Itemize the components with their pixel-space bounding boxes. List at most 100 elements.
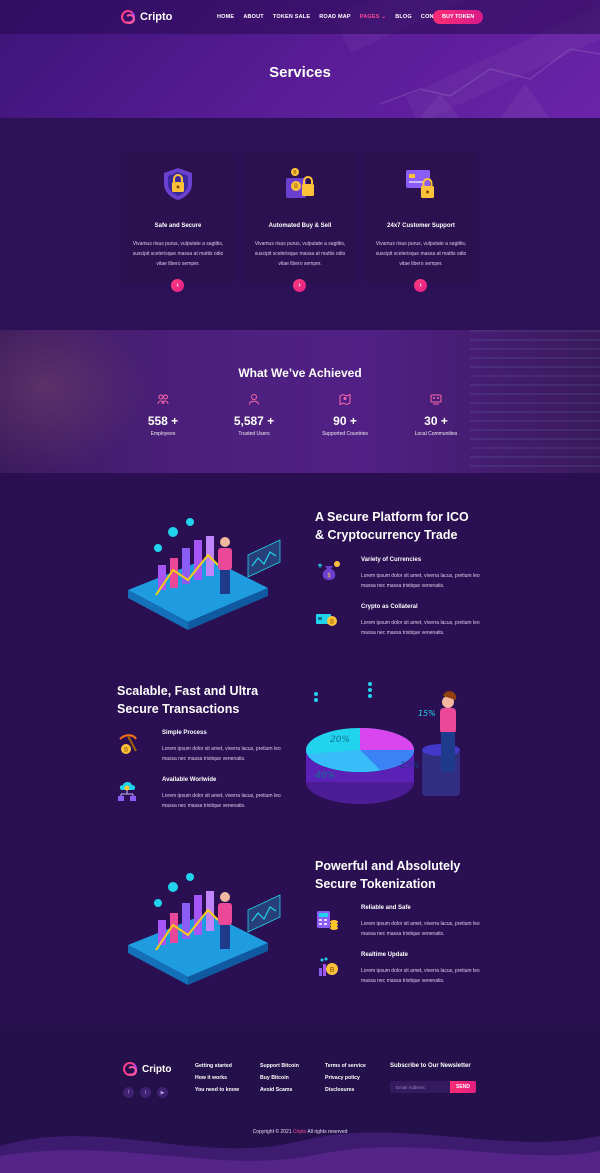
stat-label: Local Communities bbox=[414, 431, 458, 437]
service-arrow-button[interactable]: › bbox=[293, 279, 306, 292]
feature-title-line: Scalable, Fast and Ultra bbox=[117, 684, 259, 698]
calculator-coins-icon bbox=[317, 911, 338, 930]
service-desc: Vivamus risus purus, vulputate a sagitti… bbox=[254, 241, 346, 267]
background-monitor-decoration bbox=[470, 330, 600, 473]
footer-link[interactable]: Avoid Scams bbox=[260, 1087, 299, 1093]
twitter-icon[interactable]: t bbox=[140, 1087, 151, 1098]
pie-label: 20% bbox=[330, 735, 350, 745]
youtube-icon[interactable]: ▶ bbox=[157, 1087, 168, 1098]
facebook-icon[interactable]: f bbox=[123, 1087, 134, 1098]
feature-item-desc: Lorem ipsum dolor sit amet, viverra lacu… bbox=[162, 746, 281, 762]
copyright: Copyright © 2021 Cripto All rights reser… bbox=[0, 1129, 600, 1135]
nav-blog[interactable]: BLOG bbox=[395, 14, 412, 20]
brand-name: Cripto bbox=[140, 11, 173, 23]
service-desc: Vivamus risus purus, vulputate a sagitti… bbox=[132, 241, 224, 267]
feature-item-title: Simple Process bbox=[162, 730, 207, 736]
feature-item-title: Crypto as Collateral bbox=[361, 604, 418, 610]
people-icon bbox=[157, 394, 169, 405]
footer-link[interactable]: Privacy policy bbox=[325, 1075, 366, 1081]
stat-item: 30 + Local Communities bbox=[396, 392, 476, 437]
stat-label: Employees bbox=[150, 431, 176, 437]
chevron-down-icon: ⌄ bbox=[381, 14, 387, 20]
footer-wave-decoration bbox=[0, 1132, 600, 1173]
service-card: B B Automated Buy & Sell Vivamus risus p… bbox=[243, 152, 357, 284]
feature-title-line: Secure Transactions bbox=[117, 702, 240, 716]
svg-text:B: B bbox=[124, 747, 128, 754]
pie-label: 40% bbox=[315, 771, 335, 781]
arrow-right-icon: › bbox=[176, 282, 179, 289]
service-arrow-button[interactable]: › bbox=[414, 279, 427, 292]
footer-links-column: Terms of service Privacy policy Disclosu… bbox=[325, 1063, 366, 1099]
service-arrow-button[interactable]: › bbox=[171, 279, 184, 292]
feature-title: A Secure Platform for ICO & Cryptocurren… bbox=[315, 508, 469, 544]
nav-road-map[interactable]: ROAD MAP bbox=[319, 14, 351, 20]
feature-title-line: Secure Tokenization bbox=[315, 877, 436, 891]
nav-pages-label: PAGES bbox=[359, 14, 380, 20]
isometric-pie-chart-illustration: 20% 25% 40% 15% bbox=[306, 682, 460, 804]
stat-item: 558 + Employees bbox=[123, 392, 203, 437]
nav-token-sale[interactable]: TOKEN SALE bbox=[273, 14, 310, 20]
stat-value: 30 + bbox=[424, 414, 448, 428]
service-desc: Vivamus risus purus, vulputate a sagitti… bbox=[375, 241, 467, 267]
nav-pages[interactable]: PAGES ⌄ bbox=[360, 14, 386, 20]
footer-logo[interactable]: Cripto bbox=[123, 1062, 171, 1076]
service-card: Safe and Secure Vivamus risus purus, vul… bbox=[121, 152, 235, 284]
footer bbox=[0, 1026, 600, 1173]
svg-text:B: B bbox=[330, 619, 334, 626]
copyright-prefix: Copyright © 2021 bbox=[252, 1129, 292, 1135]
service-title: Automated Buy & Sell bbox=[268, 223, 332, 229]
stat-item: 90 + Supported Countries bbox=[305, 392, 385, 437]
footer-link[interactable]: Getting started bbox=[195, 1063, 239, 1069]
logo-icon bbox=[121, 10, 135, 24]
map-pin-icon bbox=[339, 393, 351, 406]
footer-link[interactable]: How it works bbox=[195, 1075, 239, 1081]
arrow-right-icon: › bbox=[298, 282, 301, 289]
footer-link[interactable]: Support Bitcoin bbox=[260, 1063, 299, 1069]
feature-item-title: Variety of Currencies bbox=[361, 557, 422, 563]
svg-text:$: $ bbox=[327, 572, 331, 579]
feature-title-line: A Secure Platform for ICO bbox=[315, 510, 469, 524]
copyright-suffix: All rights reserved bbox=[307, 1129, 348, 1135]
logo-icon bbox=[123, 1062, 137, 1076]
footer-link[interactable]: You need to know bbox=[195, 1087, 239, 1093]
send-button[interactable]: SEND bbox=[450, 1081, 476, 1093]
feature-title: Scalable, Fast and Ultra Secure Transact… bbox=[117, 682, 258, 718]
page-header: Cripto HOME ABOUT TOKEN SALE ROAD MAP PA… bbox=[0, 0, 600, 118]
stat-label: Trusted Users bbox=[238, 431, 270, 437]
nav-about[interactable]: ABOUT bbox=[243, 14, 264, 20]
cloud-network-icon bbox=[118, 782, 136, 801]
feature-item-desc: Lorem ipsum dolor sit amet, viverra lacu… bbox=[162, 793, 281, 809]
feature-item-title: Available Worlwide bbox=[162, 777, 217, 783]
footer-link[interactable]: Buy Bitcoin bbox=[260, 1075, 299, 1081]
nav-home[interactable]: HOME bbox=[217, 14, 234, 20]
pie-label: 25% bbox=[400, 761, 420, 771]
footer-link[interactable]: Terms of service bbox=[325, 1063, 366, 1069]
feature-title-line: Powerful and Absolutely bbox=[315, 859, 461, 873]
achievements-title: What We’ve Achieved bbox=[238, 366, 362, 380]
arrow-right-icon: › bbox=[419, 282, 422, 289]
user-icon bbox=[249, 394, 259, 405]
footer-link[interactable]: Disclosures bbox=[325, 1087, 366, 1093]
svg-text:B: B bbox=[330, 966, 335, 974]
achievements-section: What We’ve Achieved 558 + Employees 5,58… bbox=[0, 330, 600, 473]
stat-value: 558 + bbox=[147, 414, 179, 428]
buy-token-button[interactable]: BUY TOKEN bbox=[433, 10, 484, 24]
feature-title: Powerful and Absolutely Secure Tokenizat… bbox=[315, 857, 460, 893]
stat-value: 90 + bbox=[333, 414, 357, 428]
community-icon bbox=[430, 394, 442, 405]
feature-item-desc: Lorem ipsum dolor sit amet, viverra lacu… bbox=[361, 573, 480, 589]
stat-label: Supported Countries bbox=[322, 431, 368, 437]
footer-links-column: Support Bitcoin Buy Bitcoin Avoid Scams bbox=[260, 1063, 299, 1099]
pickaxe-coin-icon: B bbox=[119, 734, 137, 754]
service-title: Safe and Secure bbox=[154, 223, 202, 229]
stat-value: 5,587 + bbox=[233, 414, 275, 428]
svg-text:B: B bbox=[293, 170, 297, 176]
feature-item-desc: Lorem ipsum dolor sit amet, viverra lacu… bbox=[361, 620, 480, 636]
footer-links-column: Getting started How it works You need to… bbox=[195, 1063, 239, 1099]
brand-logo[interactable]: Cripto bbox=[121, 10, 172, 24]
email-input[interactable] bbox=[390, 1081, 450, 1093]
feature-item-desc: Lorem ipsum dolor sit amet, viverra lacu… bbox=[361, 921, 480, 937]
feature-item-desc: Lorem ipsum dolor sit amet, viverra lacu… bbox=[361, 968, 480, 984]
copyright-brand-link[interactable]: Cripto bbox=[293, 1129, 306, 1135]
feature-item-title: Reliable and Safe bbox=[361, 905, 411, 911]
